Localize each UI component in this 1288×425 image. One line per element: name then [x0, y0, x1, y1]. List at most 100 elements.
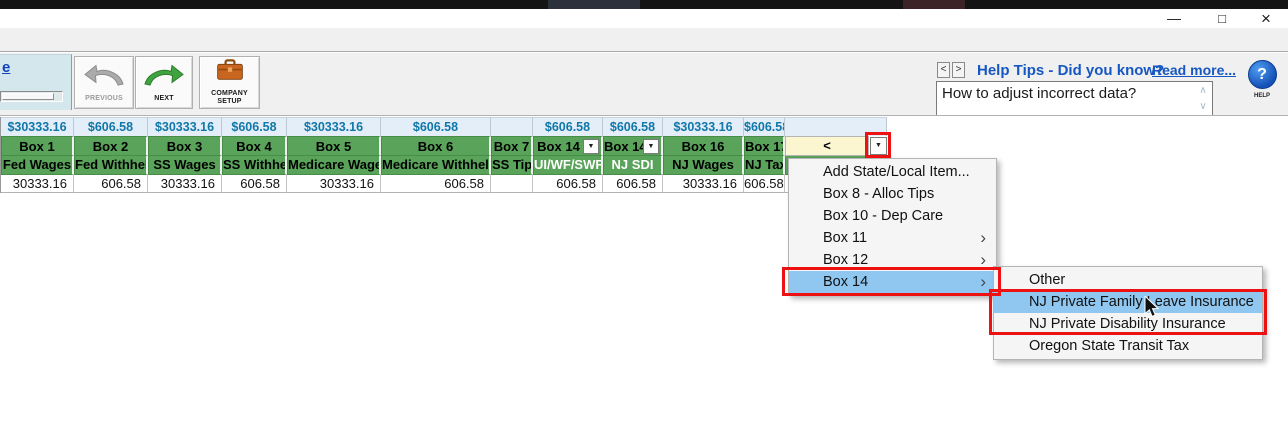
value-cell[interactable]: 606.58 [603, 175, 663, 193]
box-header-cell[interactable]: Box 14 ▼ [603, 136, 663, 156]
menu-item-label: Other [1029, 272, 1065, 288]
strip-tint [548, 0, 640, 9]
menu-item-label: Oregon State Transit Tax [1029, 338, 1189, 354]
table-column-box1: $30333.16 Box 1 Fed Wages 30333.16 [1, 117, 74, 193]
amount-cell: $606.58 [74, 117, 148, 136]
table-column-box14-uiwfswf: $606.58 Box 14 ▼ UI/WF/SWF 606.58 [533, 117, 603, 193]
value-cell[interactable]: 30333.16 [287, 175, 381, 193]
amount-cell: $30333.16 [663, 117, 744, 136]
unassigned-dropdown-button[interactable]: ▼ [870, 137, 887, 155]
upper-gray-band [0, 28, 1288, 51]
box-header-cell[interactable]: Box 6 [381, 136, 491, 156]
value-cell[interactable]: 30333.16 [1, 175, 74, 193]
label-cell: SS Withheld [222, 156, 287, 175]
value-cell[interactable]: 30333.16 [663, 175, 744, 193]
content-divider [0, 115, 1288, 116]
menu-item-box10[interactable]: Box 10 - Dep Care [789, 205, 996, 227]
help-button[interactable]: ? HELP [1240, 60, 1284, 112]
box-header-cell[interactable]: Box 5 [287, 136, 381, 156]
label-cell: NJ Wages [663, 156, 744, 175]
label-cell: SS Tips [491, 156, 533, 175]
submenu-item-nj-disability[interactable]: NJ Private Disability Insurance [994, 313, 1262, 335]
box14-dropdown-button[interactable]: ▼ [583, 139, 599, 154]
menu-item-label: NJ Private Family Leave Insurance [1029, 294, 1254, 310]
submenu-arrow-icon: › [980, 249, 986, 270]
table-column-box7: Box 7 SS Tips [491, 117, 533, 193]
box-header-cell[interactable]: Box 16 [663, 136, 744, 156]
efile-panel[interactable]: e [0, 54, 72, 110]
table-column-box6: $606.58 Box 6 Medicare Withheld 606.58 [381, 117, 491, 193]
value-cell[interactable]: 606.58 [222, 175, 287, 193]
value-cell[interactable]: 606.58 [533, 175, 603, 193]
scroll-down-icon[interactable]: ∨ [1197, 102, 1209, 112]
strip-tint [903, 0, 965, 9]
app-window: — □ × e PREVIOUS NEXT [0, 0, 1288, 425]
submenu-arrow-icon: › [980, 271, 986, 292]
menu-item-box12[interactable]: Box 12 › [789, 249, 996, 271]
help-tips-previous-button[interactable]: < [937, 62, 950, 78]
value-cell[interactable]: 606.58 [381, 175, 491, 193]
table-column-box2: $606.58 Box 2 Fed Withheld 606.58 [74, 117, 148, 193]
amount-cell: $606.58 [744, 117, 785, 136]
efile-link-fragment[interactable]: e [2, 59, 10, 76]
help-tip-text: How to adjust incorrect data? [942, 85, 1136, 102]
box-header-cell[interactable]: Box 7 [491, 136, 533, 156]
box-header-cell[interactable]: Box 4 [222, 136, 287, 156]
value-cell[interactable]: 30333.16 [148, 175, 222, 193]
label-cell: Medicare Withheld [381, 156, 491, 175]
amount-cell: $30333.16 [287, 117, 381, 136]
value-cell[interactable] [491, 175, 533, 193]
value-cell[interactable]: 606.58 [744, 175, 785, 193]
table-column-box17: $606.58 Box 17 NJ Tax 606.58 [744, 117, 785, 193]
label-cell: Fed Withheld [74, 156, 148, 175]
value-cell[interactable]: 606.58 [74, 175, 148, 193]
menu-item-box11[interactable]: Box 11› [789, 227, 996, 249]
menu-item-label: Add State/Local Item... [823, 164, 970, 180]
box-header-label: Box 14 [537, 139, 580, 154]
read-more-link[interactable]: Read more... [1152, 62, 1236, 78]
help-tips-title: Help Tips - Did you know? [977, 62, 1164, 79]
unassigned-cell[interactable]: < unassigned > [785, 136, 869, 156]
box-header-cell[interactable]: Box 3 [148, 136, 222, 156]
box-header-cell[interactable]: Box 1 [1, 136, 74, 156]
amount-cell: $606.58 [222, 117, 287, 136]
help-tips-next-button[interactable]: > [952, 62, 965, 78]
box-header-cell[interactable]: Box 2 [74, 136, 148, 156]
label-cell: Fed Wages [1, 156, 74, 175]
box14-dropdown-button[interactable]: ▼ [643, 139, 659, 154]
table-column-box14-njsdi: $606.58 Box 14 ▼ NJ SDI 606.58 [603, 117, 663, 193]
maximize-button[interactable]: □ [1205, 9, 1239, 28]
menu-item-box8[interactable]: Box 8 - Alloc Tips [789, 183, 996, 205]
menu-item-label: Box 12 [823, 252, 868, 268]
previous-arrow-icon [82, 63, 126, 92]
close-button[interactable]: × [1249, 9, 1283, 28]
next-button[interactable]: NEXT [135, 56, 193, 109]
submenu-item-other[interactable]: Other [994, 269, 1262, 291]
company-setup-button[interactable]: COMPANY SETUP [199, 56, 260, 109]
table-column-box16: $30333.16 Box 16 NJ Wages 30333.16 [663, 117, 744, 193]
amount-cell-unassigned [785, 117, 887, 136]
table-column-box4: $606.58 Box 4 SS Withheld 606.58 [222, 117, 287, 193]
help-label: HELP [1254, 93, 1270, 99]
box-header-cell[interactable]: Box 14 ▼ [533, 136, 603, 156]
menu-item-label: Box 11 [823, 230, 867, 246]
submenu-item-nj-family-leave[interactable]: NJ Private Family Leave Insurance [994, 291, 1262, 313]
minimize-button[interactable]: — [1157, 9, 1191, 28]
menu-item-label: NJ Private Disability Insurance [1029, 316, 1226, 332]
table-column-box5: $30333.16 Box 5 Medicare Wages 30333.16 [287, 117, 381, 193]
next-arrow-icon [142, 63, 186, 92]
menu-item-add-state-local[interactable]: Add State/Local Item... [789, 161, 996, 183]
help-tip-textbox[interactable]: How to adjust incorrect data? ∧ ∨ [936, 81, 1213, 116]
label-cell: SS Wages [148, 156, 222, 175]
company-setup-label: COMPANY SETUP [204, 90, 256, 106]
previous-button[interactable]: PREVIOUS [74, 56, 134, 109]
progress-track [0, 91, 63, 102]
amount-cell: $606.58 [533, 117, 603, 136]
label-cell: NJ Tax [744, 156, 785, 175]
menu-item-box14[interactable]: Box 14› [789, 271, 996, 293]
scroll-up-icon[interactable]: ∧ [1197, 86, 1209, 96]
submenu-item-oregon-transit[interactable]: Oregon State Transit Tax [994, 335, 1262, 357]
box-header-cell[interactable]: Box 17 [744, 136, 785, 156]
top-browser-strip [0, 0, 1288, 9]
progress-fill [2, 93, 54, 100]
